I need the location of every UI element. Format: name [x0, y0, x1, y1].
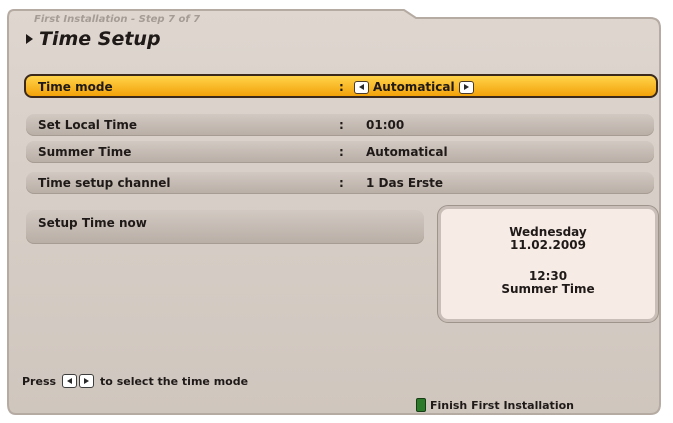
menu-row-separator: : [339, 145, 344, 159]
left-right-keys [62, 374, 95, 388]
green-key-icon [416, 398, 426, 412]
menu-row-separator: : [339, 118, 344, 132]
page-title: Time Setup [26, 28, 161, 50]
menu-row-value: 01:00 [366, 118, 405, 132]
menu-row-label: Set Local Time [38, 118, 138, 132]
arrow-left-icon[interactable] [354, 80, 369, 94]
menu-row-value: Automatical [354, 80, 474, 94]
menu-row-label: Summer Time [38, 145, 132, 159]
menu-row-separator: : [339, 80, 344, 94]
menu-row-label: Time mode [38, 80, 113, 94]
hint-suffix: to select the time mode [100, 374, 249, 388]
menu-row-value: Automatical [366, 145, 448, 159]
time-mode-value: Automatical [373, 80, 455, 94]
play-triangle-icon [26, 34, 33, 44]
menu-row-setup-time-now[interactable]: Setup Time now [26, 210, 424, 244]
menu-row-label: Setup Time now [38, 216, 147, 230]
menu-row-summer-time[interactable]: Summer Time : Automatical [26, 141, 654, 163]
info-time: 12:30 [528, 269, 568, 283]
navigation-hint: Press to select the time mode [22, 374, 248, 388]
menu-row-value: 1 Das Erste [366, 176, 444, 190]
menu-row-separator: : [339, 176, 344, 190]
step-indicator: First Installation - Step 7 of 7 [34, 14, 201, 25]
finish-installation-button[interactable]: Finish First Installation [416, 398, 574, 412]
info-date: 11.02.2009 [510, 238, 586, 252]
menu-row-label: Time setup channel [38, 176, 171, 190]
info-day: Wednesday [509, 225, 587, 239]
page-title-text: Time Setup [39, 28, 161, 50]
arrow-right-icon[interactable] [458, 80, 474, 94]
finish-label: Finish First Installation [430, 398, 574, 412]
menu-row-time-mode[interactable]: Time mode : Automatical [24, 74, 658, 98]
left-key-icon [62, 374, 78, 388]
info-mode: Summer Time [501, 282, 595, 296]
right-key-icon [79, 374, 95, 388]
hint-prefix: Press [22, 374, 57, 388]
menu-row-set-local-time[interactable]: Set Local Time : 01:00 [26, 114, 654, 136]
menu-row-time-setup-channel[interactable]: Time setup channel : 1 Das Erste [26, 172, 654, 194]
osd-screen: First Installation - Step 7 of 7 Time Se… [6, 4, 664, 417]
time-info-box: Wednesday 11.02.2009 12:30 Summer Time [438, 206, 658, 322]
